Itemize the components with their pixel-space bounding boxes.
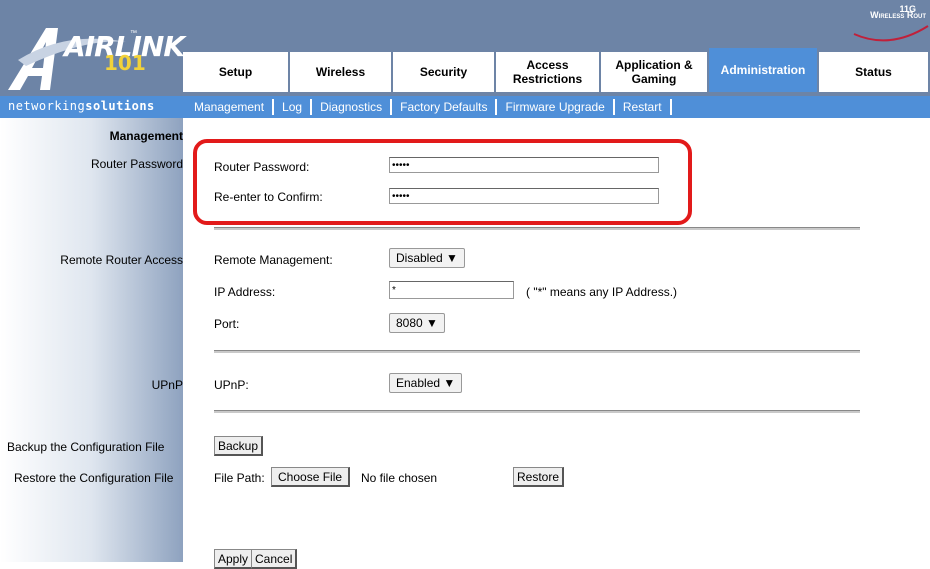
- subnav: Management Log Diagnostics Factory Defau…: [192, 99, 672, 115]
- tagline-bold: solutions: [85, 99, 155, 113]
- subnav-factory-defaults[interactable]: Factory Defaults: [392, 99, 498, 115]
- ip-address-hint: ( "*" means any IP Address.): [526, 285, 678, 299]
- highlight-box: [193, 139, 692, 225]
- remote-management-select[interactable]: Disabled ▼: [389, 248, 465, 268]
- section-title: Management: [109, 129, 183, 143]
- choose-file-button[interactable]: Choose File: [271, 467, 351, 487]
- router-password-section-label: Router Password: [90, 157, 183, 171]
- remote-management-label: Remote Management:: [214, 253, 333, 267]
- port-label: Port:: [214, 317, 240, 331]
- tab-administration[interactable]: Administration: [709, 48, 819, 92]
- subnav-diagnostics[interactable]: Diagnostics: [312, 99, 393, 115]
- port-select[interactable]: 8080 ▼: [389, 313, 445, 333]
- upnp-select[interactable]: Enabled ▼: [389, 373, 463, 393]
- backup-button[interactable]: Backup: [214, 436, 264, 456]
- subnav-restart[interactable]: Restart: [615, 99, 672, 115]
- chevron-down-icon: ▼: [446, 251, 458, 265]
- remote-management-value: Disabled: [396, 251, 443, 265]
- brand-swoosh-graphic: [853, 25, 929, 42]
- restore-button[interactable]: Restore: [513, 467, 565, 487]
- main-tabs: Setup Wireless Security Access Restricti…: [183, 48, 930, 92]
- upnp-label: UPnP:: [214, 378, 249, 392]
- tab-security[interactable]: Security: [393, 52, 496, 92]
- logo-trademark: ™: [130, 30, 137, 37]
- no-file-chosen-text: No file chosen: [361, 471, 438, 485]
- restore-section-label: Restore the Configuration File: [14, 471, 174, 485]
- subnav-management[interactable]: Management: [192, 99, 275, 115]
- chevron-down-icon: ▼: [426, 316, 438, 330]
- tab-access-restrictions[interactable]: Access Restrictions: [496, 52, 601, 92]
- backup-section-label: Backup the Configuration File: [7, 440, 165, 454]
- tagline: networkingsolutions: [8, 99, 155, 113]
- tagline-light: networking: [8, 99, 86, 113]
- section-divider: [214, 410, 860, 413]
- tab-application-gaming[interactable]: Application & Gaming: [601, 52, 709, 92]
- logo-number: 101: [104, 51, 146, 75]
- apply-button[interactable]: Apply: [214, 549, 254, 569]
- port-value: 8080: [396, 316, 423, 330]
- left-column: [0, 118, 183, 562]
- subnav-firmware-upgrade[interactable]: Firmware Upgrade: [497, 99, 615, 115]
- chevron-down-icon: ▼: [443, 376, 456, 390]
- section-divider: [214, 350, 860, 353]
- file-path-label: File Path:: [214, 471, 265, 485]
- subnav-log[interactable]: Log: [274, 99, 313, 115]
- upnp-value: Enabled: [396, 376, 441, 390]
- cancel-button[interactable]: Cancel: [251, 549, 298, 569]
- ip-address-input[interactable]: [389, 281, 514, 299]
- upnp-section-label: UPnP: [151, 378, 183, 392]
- remote-access-section-label: Remote Router Access: [60, 253, 183, 267]
- tab-status[interactable]: Status: [819, 52, 930, 92]
- tab-wireless[interactable]: Wireless: [290, 52, 393, 92]
- section-divider: [214, 227, 860, 230]
- tab-setup[interactable]: Setup: [183, 52, 290, 92]
- ip-address-label: IP Address:: [214, 285, 276, 299]
